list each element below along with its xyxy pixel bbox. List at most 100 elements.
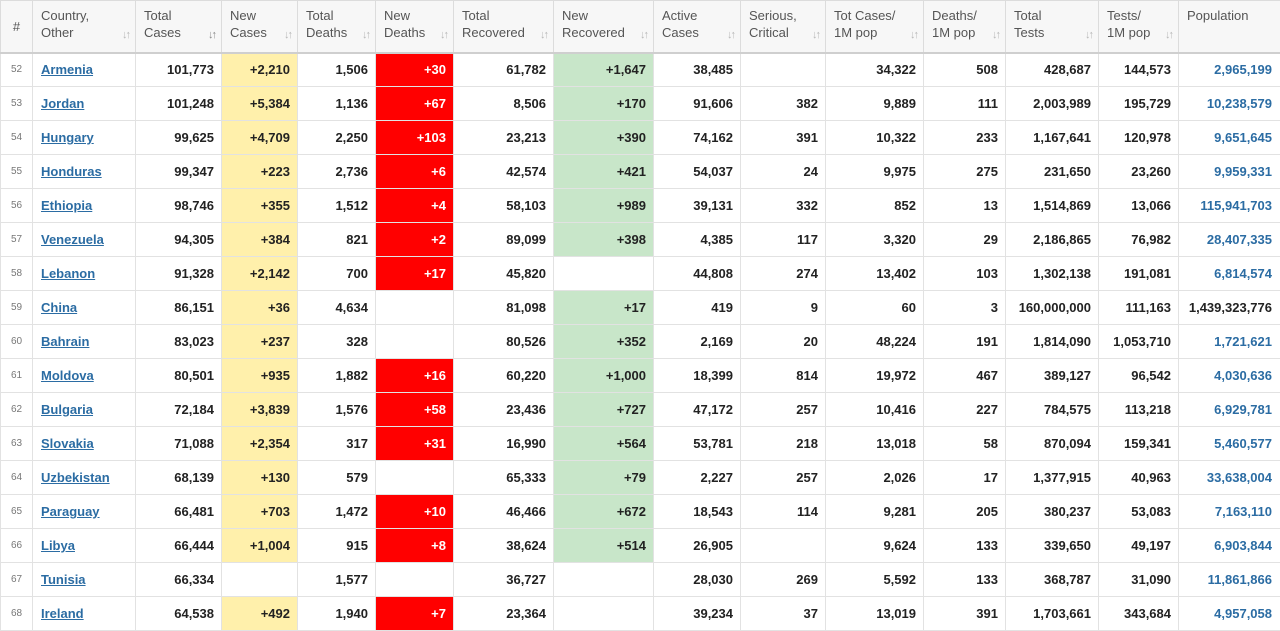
cell-population[interactable]: 33,638,004 [1178, 460, 1280, 495]
cell-population[interactable]: 11,861,866 [1178, 562, 1280, 597]
column-header-tests-1m[interactable]: Tests/ 1M pop ↓↑ [1098, 0, 1179, 54]
cell-new-deaths: +6 [375, 154, 454, 189]
cell-total-deaths: 2,250 [297, 120, 376, 155]
cell-population[interactable]: 7,163,110 [1178, 494, 1280, 529]
cell-active: 4,385 [653, 222, 741, 257]
cell-active: 2,169 [653, 324, 741, 359]
cell-cases-1m: 13,019 [825, 596, 924, 631]
cell-deaths-1m: 191 [923, 324, 1006, 359]
column-header-label: Active Cases [662, 8, 699, 40]
country-link[interactable]: Paraguay [41, 504, 100, 519]
sort-arrows-icon[interactable]: ↓↑ [910, 27, 919, 44]
country-link[interactable]: Venezuela [41, 232, 104, 247]
column-header-num[interactable]: # [0, 0, 33, 54]
cell-tests-1m: 49,197 [1098, 528, 1179, 563]
cell-cases-1m: 19,972 [825, 358, 924, 393]
column-header-country[interactable]: Country, Other ↓↑ [32, 0, 136, 54]
sort-arrows-icon[interactable]: ↓↑ [992, 27, 1001, 44]
cell-population[interactable]: 9,651,645 [1178, 120, 1280, 155]
column-header-cases-1m[interactable]: Tot Cases/ 1M pop ↓↑ [825, 0, 924, 54]
cell-deaths-1m: 467 [923, 358, 1006, 393]
cell-tests-1m: 76,982 [1098, 222, 1179, 257]
sort-arrows-icon[interactable]: ↓↑ [208, 27, 217, 44]
column-header-new-cases[interactable]: New Cases ↓↑ [221, 0, 298, 54]
sort-arrows-icon[interactable]: ↓↑ [122, 27, 131, 44]
column-header-new-deaths[interactable]: New Deaths ↓↑ [375, 0, 454, 54]
country-link[interactable]: Lebanon [41, 266, 95, 281]
country-link[interactable]: Bahrain [41, 334, 89, 349]
cell-population[interactable]: 6,903,844 [1178, 528, 1280, 563]
sort-arrows-icon[interactable]: ↓↑ [440, 27, 449, 44]
sort-arrows-icon[interactable]: ↓↑ [640, 27, 649, 44]
cell-new-recovered: +1,000 [553, 358, 654, 393]
cell-total-tests: 1,377,915 [1005, 460, 1099, 495]
sort-arrows-icon[interactable]: ↓↑ [1165, 27, 1174, 44]
cell-new-deaths: +17 [375, 256, 454, 291]
cell-population[interactable]: 1,721,621 [1178, 324, 1280, 359]
cell-new-cases: +703 [221, 494, 298, 529]
cell-new-deaths [375, 460, 454, 495]
cell-population[interactable]: 10,238,579 [1178, 86, 1280, 121]
country-link[interactable]: Ethiopia [41, 198, 92, 213]
cell-cases-1m: 34,322 [825, 52, 924, 87]
cell-num: 59 [0, 290, 33, 325]
cell-serious: 269 [740, 562, 826, 597]
country-link[interactable]: Tunisia [41, 572, 86, 587]
cell-population[interactable]: 6,814,574 [1178, 256, 1280, 291]
cell-total-deaths: 700 [297, 256, 376, 291]
country-link[interactable]: Slovakia [41, 436, 94, 451]
column-header-active[interactable]: Active Cases ↓↑ [653, 0, 741, 54]
cell-total-tests: 870,094 [1005, 426, 1099, 461]
cell-population[interactable]: 9,959,331 [1178, 154, 1280, 189]
cell-population[interactable]: 28,407,335 [1178, 222, 1280, 257]
sort-arrows-icon[interactable]: ↓↑ [362, 27, 371, 44]
cell-cases-1m: 10,322 [825, 120, 924, 155]
column-header-serious[interactable]: Serious, Critical ↓↑ [740, 0, 826, 54]
cell-deaths-1m: 111 [923, 86, 1006, 121]
sort-arrows-icon[interactable]: ↓↑ [727, 27, 736, 44]
cell-total-cases: 101,773 [135, 52, 222, 87]
cell-total-cases: 66,444 [135, 528, 222, 563]
cell-total-deaths: 821 [297, 222, 376, 257]
cell-country: Bulgaria [32, 392, 136, 427]
column-header-population[interactable]: Population [1178, 0, 1280, 54]
country-link[interactable]: Jordan [41, 96, 84, 111]
cell-new-cases: +4,709 [221, 120, 298, 155]
table-row: 55 Honduras 99,347 +223 2,736 +6 42,574 +421 54,… [0, 154, 1280, 189]
cell-tests-1m: 113,218 [1098, 392, 1179, 427]
column-header-total-deaths[interactable]: Total Deaths ↓↑ [297, 0, 376, 54]
cell-total-recovered: 58,103 [453, 188, 554, 223]
cell-country: Hungary [32, 120, 136, 155]
column-header-total-cases[interactable]: Total Cases ↓↑ [135, 0, 222, 54]
cell-population[interactable]: 4,030,636 [1178, 358, 1280, 393]
country-link[interactable]: Ireland [41, 606, 84, 621]
cell-tests-1m: 120,978 [1098, 120, 1179, 155]
column-header-deaths-1m[interactable]: Deaths/ 1M pop ↓↑ [923, 0, 1006, 54]
cell-population[interactable]: 4,957,058 [1178, 596, 1280, 631]
table-row: 62 Bulgaria 72,184 +3,839 1,576 +58 23,436 +727… [0, 392, 1280, 427]
country-link[interactable]: Bulgaria [41, 402, 93, 417]
column-header-total-tests[interactable]: Total Tests ↓↑ [1005, 0, 1099, 54]
cell-serious: 391 [740, 120, 826, 155]
country-link[interactable]: Moldova [41, 368, 94, 383]
country-link[interactable]: Armenia [41, 62, 93, 77]
cell-active: 2,227 [653, 460, 741, 495]
cell-population[interactable]: 6,929,781 [1178, 392, 1280, 427]
country-link[interactable]: Hungary [41, 130, 94, 145]
cell-active: 53,781 [653, 426, 741, 461]
country-link[interactable]: Uzbekistan [41, 470, 110, 485]
cell-population[interactable]: 115,941,703 [1178, 188, 1280, 223]
country-link[interactable]: Honduras [41, 164, 102, 179]
column-header-new-recovered[interactable]: New Recovered ↓↑ [553, 0, 654, 54]
country-link[interactable]: China [41, 300, 77, 315]
sort-arrows-icon[interactable]: ↓↑ [540, 27, 549, 44]
cell-total-deaths: 1,136 [297, 86, 376, 121]
cell-population[interactable]: 5,460,577 [1178, 426, 1280, 461]
country-link[interactable]: Libya [41, 538, 75, 553]
sort-arrows-icon[interactable]: ↓↑ [1085, 27, 1094, 44]
sort-arrows-icon[interactable]: ↓↑ [812, 27, 821, 44]
cell-population[interactable]: 2,965,199 [1178, 52, 1280, 87]
sort-arrows-icon[interactable]: ↓↑ [284, 27, 293, 44]
column-header-total-recovered[interactable]: Total Recovered ↓↑ [453, 0, 554, 54]
cell-tests-1m: 23,260 [1098, 154, 1179, 189]
